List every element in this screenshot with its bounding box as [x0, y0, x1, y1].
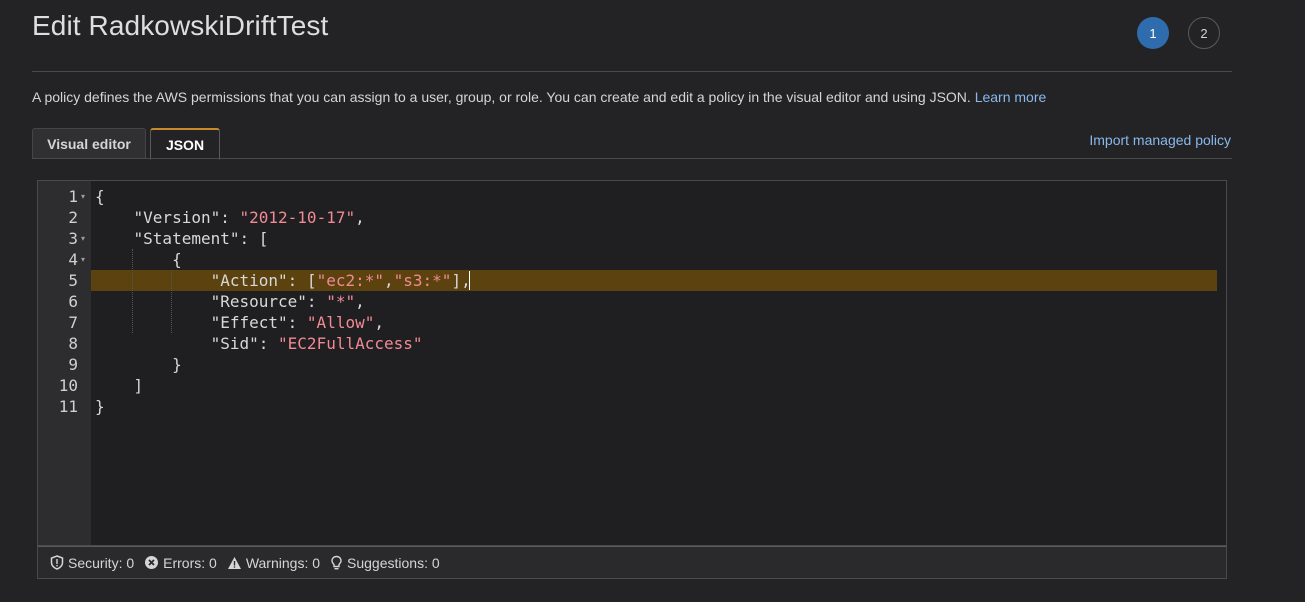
- import-managed-policy-link[interactable]: Import managed policy: [1089, 132, 1231, 148]
- json-punctuation-token: ,: [374, 313, 384, 332]
- line-number: 5: [68, 271, 78, 290]
- json-punctuation-token: :: [306, 292, 327, 311]
- json-editor[interactable]: 1 ▾ 2 3 ▾ 4 ▾ 5 6 7 8 9 10 11 { "Version": "2012-10-1…: [37, 180, 1227, 546]
- json-punctuation-token: [95, 229, 134, 248]
- header-divider: [32, 71, 1232, 72]
- line-number: 2: [68, 208, 78, 227]
- suggestions-count: Suggestions: 0: [347, 554, 440, 571]
- json-key-token: "Resource": [210, 292, 307, 311]
- json-string-token: "Allow": [306, 313, 375, 332]
- code-line[interactable]: {: [95, 186, 105, 207]
- json-punctuation-token: [95, 292, 211, 311]
- json-key-token: "Action": [210, 271, 288, 290]
- json-punctuation-token: {: [95, 250, 182, 269]
- json-punctuation-token: :: [220, 208, 240, 227]
- code-line[interactable]: "Sid": "EC2FullAccess": [95, 333, 423, 354]
- validation-status-bar: Security: 0 Errors: 0 Warnings: 0 Sugges…: [37, 546, 1227, 579]
- json-punctuation-token: ,: [355, 292, 365, 311]
- json-key-token: "Statement": [133, 229, 240, 248]
- fold-toggle-icon[interactable]: ▾: [81, 228, 85, 249]
- indent-guide: [132, 249, 133, 333]
- json-punctuation-token: ]: [95, 376, 144, 395]
- indent-guide: [171, 270, 172, 333]
- text-cursor: [469, 271, 470, 290]
- json-key-token: "Sid": [210, 334, 259, 353]
- json-key-token: "Effect": [210, 313, 288, 332]
- json-punctuation-token: }: [95, 355, 182, 374]
- line-number: 4: [68, 250, 78, 269]
- json-punctuation-token: :: [258, 334, 279, 353]
- line-number: 9: [68, 355, 78, 374]
- json-string-token: "2012-10-17": [239, 208, 356, 227]
- step-2-indicator[interactable]: 2: [1188, 17, 1220, 49]
- code-line[interactable]: {: [95, 249, 182, 270]
- json-punctuation-token: }: [95, 397, 105, 416]
- json-punctuation-token: :: [287, 313, 307, 332]
- json-punctuation-token: [95, 313, 211, 332]
- json-punctuation-token: : [: [239, 229, 269, 248]
- code-line[interactable]: }: [95, 396, 105, 417]
- lightbulb-icon: [331, 555, 342, 569]
- code-line[interactable]: "Statement": [: [95, 228, 269, 249]
- line-number: 6: [68, 292, 78, 311]
- code-line[interactable]: "Action": ["ec2:*","s3:*"],: [95, 270, 471, 291]
- step-1-indicator[interactable]: 1: [1137, 17, 1169, 49]
- line-number: 7: [68, 313, 78, 332]
- warnings-status[interactable]: Warnings: 0: [227, 555, 320, 571]
- warning-triangle-icon: [227, 556, 241, 569]
- json-punctuation-token: ],: [451, 271, 471, 290]
- code-line[interactable]: "Version": "2012-10-17",: [95, 207, 365, 228]
- fold-toggle-icon[interactable]: ▾: [81, 249, 85, 270]
- json-punctuation-token: [95, 271, 211, 290]
- fold-toggle-icon[interactable]: ▾: [81, 186, 85, 207]
- code-line[interactable]: ]: [95, 375, 144, 396]
- line-number: 8: [68, 334, 78, 353]
- page-title: Edit RadkowskiDriftTest: [32, 10, 329, 41]
- code-line[interactable]: "Resource": "*",: [95, 291, 365, 312]
- line-number: 1: [68, 187, 78, 206]
- tab-visual-editor[interactable]: Visual editor: [32, 128, 146, 159]
- security-count: Security: 0: [68, 554, 135, 571]
- json-punctuation-token: {: [95, 187, 105, 206]
- shield-icon: [50, 555, 64, 570]
- suggestions-status[interactable]: Suggestions: 0: [330, 555, 440, 571]
- error-circle-icon: [145, 556, 159, 569]
- json-string-token: "EC2FullAccess": [278, 334, 423, 353]
- json-string-token: "ec2:*": [316, 271, 384, 290]
- description-text: A policy defines the AWS permissions tha…: [32, 89, 971, 105]
- security-status[interactable]: Security: 0: [50, 555, 134, 571]
- json-string-token: "*": [326, 292, 356, 311]
- json-punctuation-token: : [: [287, 271, 317, 290]
- json-key-token: "Version": [133, 208, 221, 227]
- warnings-count: Warnings: 0: [245, 554, 321, 571]
- errors-count: Errors: 0: [163, 554, 217, 571]
- code-line[interactable]: "Effect": "Allow",: [95, 312, 384, 333]
- errors-status[interactable]: Errors: 0: [144, 555, 217, 571]
- json-punctuation-token: [95, 334, 211, 353]
- json-punctuation-token: ,: [355, 208, 365, 227]
- tab-json[interactable]: JSON: [150, 128, 220, 160]
- line-number: 10: [58, 376, 78, 395]
- learn-more-link[interactable]: Learn more: [975, 89, 1047, 105]
- json-string-token: "s3:*": [393, 271, 452, 290]
- json-punctuation-token: [95, 208, 134, 227]
- tabs-divider: [32, 158, 1232, 159]
- json-punctuation-token: ,: [384, 271, 394, 290]
- line-number: 3: [68, 229, 78, 248]
- line-number: 11: [58, 397, 78, 416]
- code-line[interactable]: }: [95, 354, 182, 375]
- policy-description: A policy defines the AWS permissions tha…: [32, 89, 1046, 105]
